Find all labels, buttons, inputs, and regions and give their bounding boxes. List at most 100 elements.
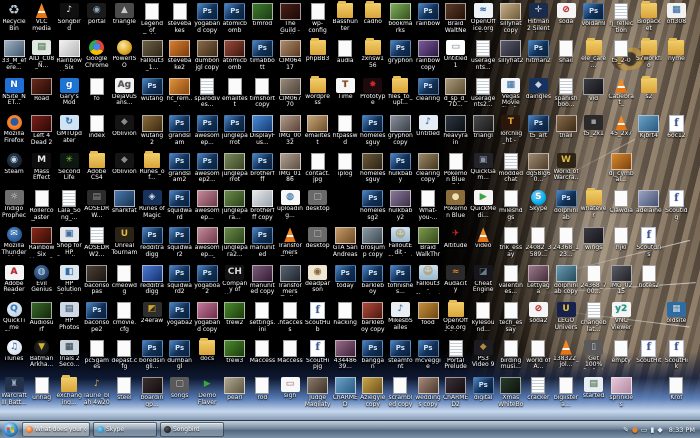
desktop-icon[interactable]: CHCompany of Heroes (222, 265, 248, 294)
desktop-icon[interactable]: contact.jpg (305, 153, 331, 184)
desktop-icon[interactable]: Psawesomep2... (194, 153, 220, 184)
desktop-icon[interactable]: Psdolphinlab (553, 190, 579, 221)
desktop-icon[interactable]: ☺FalloutEdit - Shortcut (387, 227, 413, 256)
desktop-icon[interactable]: nyme (663, 40, 689, 63)
color-icon[interactable]: ● (632, 426, 638, 434)
desktop-icon[interactable]: timshort copy (249, 78, 275, 109)
desktop-icon[interactable]: stevebake2 (167, 40, 193, 71)
desktop-icon[interactable]: tnk_essay (498, 227, 524, 258)
desktop-icon[interactable]: Psbaconsope2 (84, 302, 110, 333)
desktop-icon[interactable]: Pstimabbott (249, 40, 275, 71)
desktop-icon[interactable]: 45_2x7 (608, 115, 634, 138)
desktop-icon[interactable]: htpasswd (332, 115, 358, 146)
desktop-icon[interactable]: ULEGO Universe (553, 302, 579, 331)
desktop-icon[interactable]: cracker (525, 377, 551, 402)
desktop-icon[interactable]: ▪t5_2x1 (581, 115, 607, 138)
desktop-icon[interactable]: gGary's Mod (56, 78, 82, 107)
desktop-icon[interactable]: Lettyaga (525, 265, 551, 296)
desktop-icon[interactable]: rainbow copy (415, 40, 441, 71)
desktop-icon[interactable]: IMG_0186 (277, 153, 303, 184)
desktop-icon[interactable]: 43448639... (332, 340, 358, 371)
desktop-icon[interactable]: thail (553, 115, 579, 140)
desktop-icon[interactable]: f6oc12 (663, 115, 689, 140)
desktop-icon[interactable]: bookmarks (387, 3, 413, 34)
desktop-icon[interactable]: ◪Cheat Engine (470, 265, 496, 294)
desktop-icon[interactable]: IMG_0032 (277, 115, 303, 146)
desktop-icon[interactable]: IMG_0215 (608, 265, 634, 296)
desktop-icon[interactable]: ✛Hitman 2 Silent A... (525, 3, 551, 32)
desktop-icon[interactable]: Rainbow Six Vegas (56, 40, 82, 71)
desktop-icon[interactable]: Psmcveggie (415, 340, 441, 371)
desktop-icon[interactable]: hjkl (608, 227, 634, 252)
desktop-icon[interactable]: NNSite_NET... (1, 78, 27, 107)
desktop-icon[interactable]: valentines... (498, 265, 524, 296)
desktop-icon[interactable]: Psawesomep... (194, 115, 220, 146)
desktop-icon[interactable]: spanishboo... (553, 78, 579, 109)
desktop-icon[interactable]: useragents... (470, 40, 496, 71)
battery-icon[interactable]: ▮ (651, 426, 655, 434)
desktop-icon[interactable]: cmeowdg (111, 265, 137, 296)
network-icon[interactable]: ◆ (657, 426, 662, 434)
desktop-icon[interactable]: trew3 (222, 340, 248, 365)
desktop-icon[interactable]: ▣Shop for HP Supplies (56, 227, 82, 256)
desktop-icon[interactable]: ▯Get 100% Perfect To... (581, 340, 607, 369)
desktop-icon[interactable]: ▤started (581, 377, 607, 400)
desktop-icon[interactable]: pc5games (84, 340, 110, 371)
desktop-icon[interactable]: Pst5_art (525, 115, 551, 140)
desktop-icon[interactable]: moddedchat (498, 153, 524, 184)
desktop-icon[interactable]: wordpress (305, 78, 331, 107)
desktop-icon[interactable]: files_to_upl... (387, 78, 413, 107)
desktop-icon[interactable]: dolphinlab copy (553, 265, 579, 296)
desktop-icon[interactable]: birdingmusi... (498, 340, 524, 371)
desktop-icon[interactable]: depast.cfg (111, 340, 137, 371)
desktop-icon[interactable]: Psdigital (470, 377, 496, 402)
desktop-icon[interactable]: Fallout3_1... (139, 40, 165, 71)
desktop-icon[interactable]: ●Pokemon Blue (443, 190, 469, 219)
desktop-icon[interactable]: ▤HP Photosma... (56, 302, 82, 331)
desktop-icon[interactable]: Psboredsingli... (139, 340, 165, 371)
desktop-icon[interactable]: ✳Second Life (56, 153, 82, 182)
desktop-icon[interactable]: Pssteamfont (387, 340, 413, 371)
desktop-icon[interactable]: ♪MikesbSailes (387, 302, 413, 331)
desktop-icon[interactable]: .htaccess (277, 302, 303, 333)
desktop-icon[interactable]: 138322_jol... (553, 340, 579, 369)
desktop-icon[interactable]: settings.ini (249, 302, 275, 333)
desktop-icon[interactable]: tech_essay (498, 302, 524, 333)
taskbar-clock[interactable]: 8:33 PM (666, 426, 695, 434)
desktop-icon[interactable]: ▣QuickGam... (470, 153, 496, 182)
desktop-icon[interactable]: Krof (663, 377, 689, 402)
desktop-icon[interactable]: fScoutHit (636, 340, 662, 365)
desktop-icon[interactable]: UUnreal Tourname... (111, 227, 137, 256)
desktop-icon[interactable]: ◩24eraw (139, 302, 165, 325)
desktop-icon[interactable]: Portal Prelude (443, 340, 469, 371)
desktop-icon[interactable]: Braid WalkThrou... (415, 227, 441, 258)
desktop-icon[interactable]: Pstoday (332, 265, 358, 290)
desktop-icon[interactable]: hc_rem... (167, 78, 193, 109)
desktop-icon[interactable]: dj_cymbal... (608, 153, 634, 184)
desktop-icon[interactable]: OpenOffice.org 3.2 (en-US)... (443, 302, 469, 331)
desktop-icon[interactable]: stevebakes (167, 3, 193, 34)
desktop-icon[interactable]: fScoutHik (663, 340, 689, 371)
desktop-icon[interactable]: Aziegyle copy (360, 377, 386, 408)
desktop-icon[interactable]: Pssquidward2 (167, 265, 193, 296)
desktop-icon[interactable]: ChARMED2 (443, 377, 469, 408)
desktop-icon[interactable]: Psjungleparrot (222, 115, 248, 146)
desktop-icon[interactable]: ▤AOSEDRW... (84, 190, 110, 219)
desktop-icon[interactable]: triangl (470, 115, 496, 140)
desktop-icon[interactable]: Pshulkbaby (387, 153, 413, 184)
desktop-icon[interactable]: ✈Altitude (443, 227, 469, 250)
desktop-icon[interactable]: QQuickTime Player (1, 302, 27, 331)
desktop-icon[interactable]: ↻GMTUpdater (56, 115, 82, 144)
taskbar-button-skype[interactable]: Skype (93, 422, 157, 437)
desktop-icon[interactable]: junglepara... (222, 190, 248, 221)
desktop-icon[interactable]: exchanging... (56, 377, 82, 406)
desktop-icon[interactable]: ⊘soda (553, 3, 579, 26)
desktop-icon[interactable]: ▢songs (167, 377, 193, 400)
desktop-icon[interactable]: Catiebrat_ (608, 78, 634, 107)
desktop-icon[interactable]: Audiosurf (29, 302, 55, 333)
desktop-icon[interactable]: hulkbaby2 (387, 190, 413, 221)
desktop-icon[interactable]: atomicbomb copy (222, 40, 248, 71)
desktop-icon[interactable]: boardingp... (139, 377, 165, 408)
desktop-icon[interactable]: ▼Batman Arkha... (29, 340, 55, 369)
desktop-icon[interactable]: video (470, 227, 496, 250)
